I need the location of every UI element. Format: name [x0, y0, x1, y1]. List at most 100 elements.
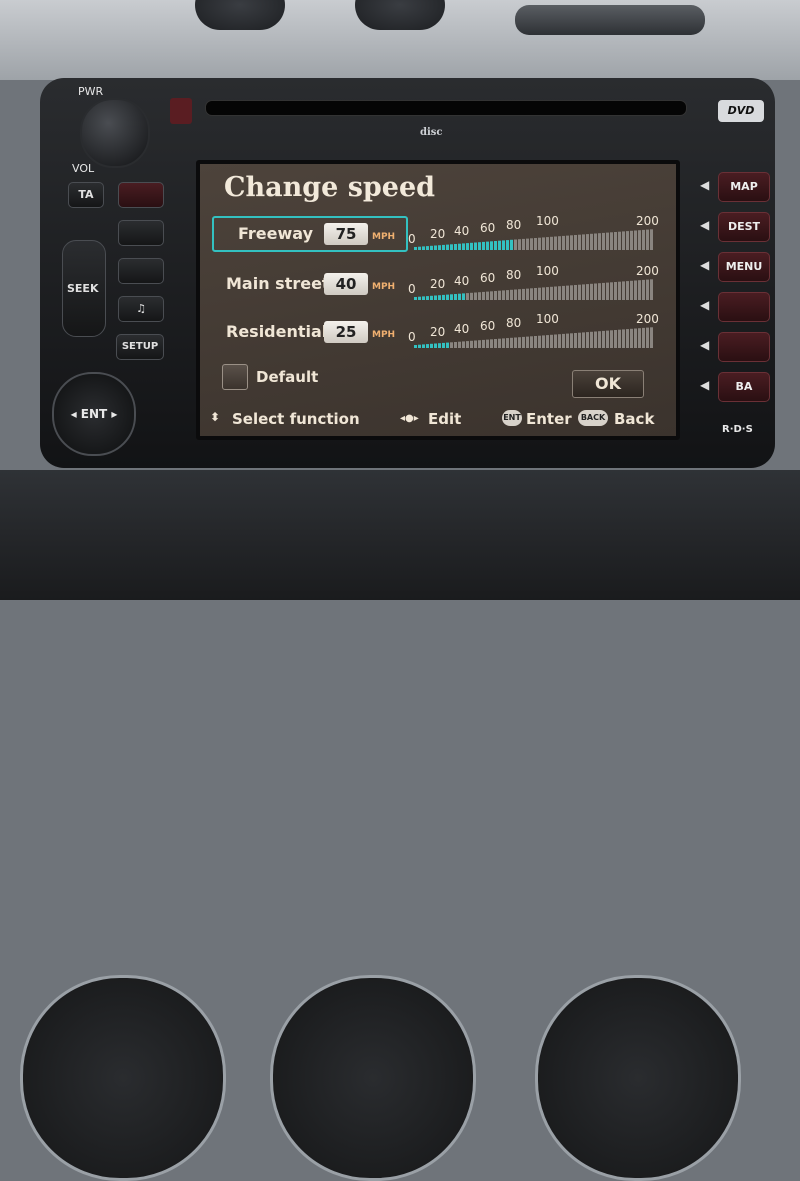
gauge-segment	[594, 331, 597, 348]
gauge-segment	[462, 243, 465, 250]
gauge-segment	[498, 290, 501, 300]
gauge-segment	[582, 284, 585, 300]
gauge-segment	[458, 341, 461, 348]
ent-joystick[interactable]: ◂ ENT ▸	[52, 372, 136, 456]
gauge-segment	[614, 282, 617, 300]
speed-gauge: 0 20 40 60 80 100 200	[408, 214, 668, 252]
gauge-segment	[466, 243, 469, 250]
gauge-segment	[570, 285, 573, 300]
ok-button[interactable]: OK	[572, 370, 644, 398]
side-button-label: DEST	[718, 212, 770, 242]
gauge-segment	[582, 332, 585, 348]
gauge-segment	[646, 229, 649, 250]
speed-value[interactable]: 40	[324, 273, 368, 295]
gauge-segment	[638, 280, 641, 300]
gauge-segment	[642, 279, 645, 300]
gauge-segment	[566, 285, 569, 300]
side-button-menu[interactable]: ◀ MENU	[700, 252, 770, 282]
gauge-segment	[482, 291, 485, 300]
dvd-logo: DVD	[718, 100, 764, 122]
gauge-segment	[626, 329, 629, 348]
air-vent-left[interactable]	[20, 975, 226, 1181]
eject-button[interactable]	[170, 98, 192, 124]
gauge-segment	[430, 245, 433, 250]
gauge-segment	[650, 279, 653, 300]
up-down-arrows-icon: ⬍	[210, 410, 221, 424]
gauge-segment	[486, 291, 489, 300]
gauge-segment	[458, 243, 461, 250]
left-right-arrows-icon: ◂●▸	[400, 413, 419, 424]
gauge-segment	[522, 336, 525, 348]
speed-value[interactable]: 75	[324, 223, 368, 245]
music-note-icon[interactable]: ♫	[118, 296, 164, 322]
speed-row-residential[interactable]: Residential 25 MPH 0 20 40 60 80 100 200	[212, 312, 672, 350]
gauge-segment	[598, 233, 601, 250]
hint-enter: Enter	[526, 410, 572, 428]
gauge-segment	[438, 245, 441, 250]
gauge-segment	[574, 235, 577, 250]
gauge-segment	[426, 296, 429, 300]
gauge-segment	[634, 230, 637, 250]
gauge-segment	[538, 237, 541, 250]
speed-value[interactable]: 25	[324, 321, 368, 343]
gauge-segment	[554, 236, 557, 250]
gauge-segment	[558, 286, 561, 300]
speed-row-main-street[interactable]: Main street 40 MPH 0 20 40 60 80 100 200	[212, 264, 672, 302]
gauge-segment	[494, 291, 497, 300]
hw-button-3[interactable]	[118, 258, 164, 284]
speed-row-freeway[interactable]: Freeway 75 MPH 0 20 40 60 80 100 200	[212, 214, 672, 252]
gauge-segment	[590, 331, 593, 348]
air-vent-center[interactable]	[270, 975, 476, 1181]
speed-unit: MPH	[372, 330, 396, 340]
gauge-segment	[434, 295, 437, 300]
gauge-segment	[594, 283, 597, 300]
gauge-segment	[478, 292, 481, 300]
gauge-segment	[446, 294, 449, 300]
default-checkbox[interactable]	[222, 364, 248, 390]
side-button-dest[interactable]: ◀ DEST	[700, 212, 770, 242]
navigation-screen: Change speed Freeway 75 MPH 0 20 40 60 80 100…	[196, 160, 680, 440]
left-arrow-icon: ◀	[700, 218, 710, 232]
gauge-segment	[570, 235, 573, 250]
side-button-4[interactable]: ◀	[700, 292, 770, 322]
side-button-5[interactable]: ◀	[700, 332, 770, 362]
gauge-segment	[446, 244, 449, 250]
side-button-back[interactable]: ◀ BA	[700, 372, 770, 402]
gauge-segment	[494, 241, 497, 250]
status-bar: ⬍ Select function ◂●▸ Edit ENT Enter BAC…	[200, 404, 676, 432]
gauge-segment	[518, 289, 521, 300]
screen-title: Change speed	[224, 172, 436, 203]
gauge-segment	[510, 337, 513, 348]
gauge-segment	[422, 246, 425, 250]
gauge-segment	[594, 233, 597, 250]
gauge-segment	[562, 235, 565, 250]
hw-button-2[interactable]	[118, 220, 164, 246]
gauge-segment	[562, 285, 565, 300]
gauge-segment	[574, 333, 577, 348]
gauge-segment	[534, 336, 537, 348]
gauge-segment	[438, 343, 441, 348]
gauge-segment	[490, 241, 493, 250]
hw-button-1[interactable]	[118, 182, 164, 208]
gauge-segment	[458, 293, 461, 300]
row-label: Freeway	[238, 224, 314, 243]
gauge-segment	[434, 343, 437, 348]
gauge-segment	[602, 232, 605, 250]
air-vent-right[interactable]	[535, 975, 741, 1181]
gauge-segment	[618, 231, 621, 250]
hint-back: Back	[614, 410, 655, 428]
side-button-map[interactable]: ◀ MAP	[700, 172, 770, 202]
gauge-segment	[494, 339, 497, 348]
ta-button[interactable]: TA	[68, 182, 104, 208]
gauge-segment	[622, 281, 625, 300]
gauge-segment	[534, 288, 537, 300]
gauge-segment	[466, 341, 469, 348]
setup-button[interactable]: SETUP	[116, 334, 164, 360]
gauge-segment	[606, 232, 609, 250]
gauge-segment	[586, 332, 589, 348]
gauge-segment	[510, 289, 513, 300]
power-volume-knob[interactable]	[80, 98, 150, 168]
gauge-segment	[610, 232, 613, 250]
gauge-segment	[638, 230, 641, 250]
gauge-segment	[590, 283, 593, 300]
